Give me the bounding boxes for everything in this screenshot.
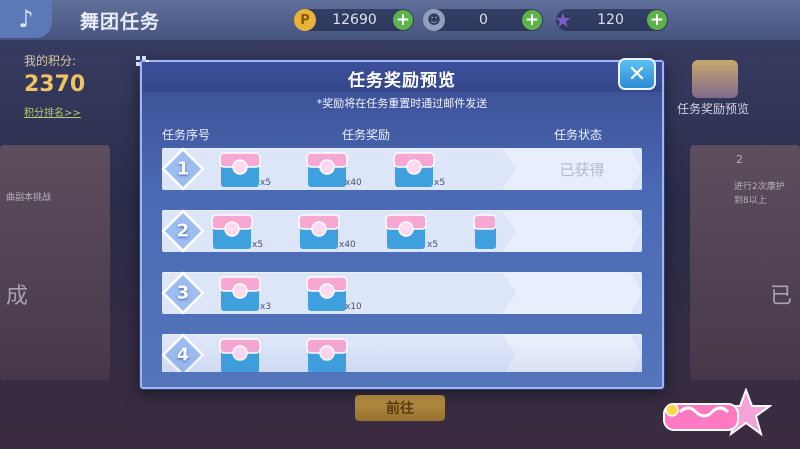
right-card-status: 已: [770, 284, 793, 309]
gold-coin-icon: P: [294, 9, 316, 31]
add-star-button[interactable]: +: [647, 10, 667, 30]
column-header-reward: 任务奖励: [342, 128, 391, 142]
row-number: 1: [176, 158, 190, 180]
task-row: 2 x5 x40 x5: [161, 209, 642, 253]
dialog-title: 任务奖励预览: [348, 71, 456, 91]
row-number: 2: [176, 220, 190, 242]
reward-quantity: x3: [260, 302, 272, 312]
task-status: [522, 210, 642, 252]
left-card-status: 成: [6, 284, 29, 309]
score-value: 2370: [24, 72, 86, 97]
reward-preview-dialog: 任务奖励预览 ✕ *奖励将在任务重置时通过邮件发送 任务序号 任务奖励 任务状态…: [136, 56, 664, 389]
task-row: 3 x3 x10: [161, 271, 642, 315]
goto-button[interactable]: 前往: [355, 395, 445, 421]
reward-quantity: x5: [260, 178, 272, 188]
dialog-note: *奖励将在任务重置时通过邮件发送: [316, 97, 488, 110]
dance-currency: ☻ 0 +: [423, 9, 543, 31]
reward-quantity: x40: [345, 178, 362, 188]
task-row: 4: [161, 333, 642, 372]
add-dance-coin-button[interactable]: +: [522, 10, 542, 30]
dance-coin-icon: ☻: [423, 9, 445, 31]
column-header-index: 任务序号: [162, 128, 211, 142]
close-icon: ✕: [627, 61, 647, 87]
gold-currency: P 12690 +: [294, 9, 414, 31]
column-header-status: 任务状态: [554, 128, 603, 142]
reward-quantity: x40: [339, 240, 356, 250]
task-status: [522, 334, 642, 372]
add-gold-button[interactable]: +: [393, 10, 413, 30]
top-bar: ♪ 舞团任务 P 12690 + ☻ 0 + ★ 120 +: [0, 0, 800, 40]
row-number: 3: [176, 282, 190, 304]
star-currency: ★ 120 +: [554, 8, 668, 32]
right-card-num: 2: [736, 153, 743, 166]
left-card-text: 曲副本挑战: [6, 193, 52, 203]
reward-chest-icon[interactable]: [218, 335, 272, 372]
reward-quantity: x10: [345, 302, 362, 312]
row-number: 4: [176, 344, 190, 366]
gold-value: 12690: [332, 12, 377, 28]
right-card-text: 进行2次康护 到8以上: [734, 182, 785, 206]
reward-quantity: x5: [427, 240, 439, 250]
reward-preview-label: 任务奖励预览: [677, 102, 750, 116]
score-label: 我的积分:: [24, 54, 77, 68]
reward-preview-chest-icon[interactable]: [692, 60, 738, 98]
star-icon: ★: [554, 8, 572, 32]
background-task-card-left: [0, 145, 110, 380]
music-note-icon: ♪: [18, 5, 34, 33]
reward-quantity: x5: [252, 240, 264, 250]
close-button[interactable]: ✕: [618, 58, 656, 90]
task-row: 1 x5 x40 x5 已获得: [161, 147, 642, 191]
task-status: [522, 272, 642, 314]
star-value: 120: [597, 12, 624, 28]
page-title: 舞团任务: [80, 11, 161, 33]
game-logo: [663, 388, 772, 437]
back-button[interactable]: ♪: [0, 0, 52, 38]
reward-chest-icon[interactable]: [305, 335, 359, 372]
task-list[interactable]: 1 x5 x40 x5 已获得 2 x5 x40 x5 3 x3 x10 4: [142, 142, 662, 372]
score-rank-link[interactable]: 积分排名>>: [24, 104, 81, 119]
task-status: 已获得: [559, 160, 605, 179]
reward-quantity: x5: [434, 178, 446, 188]
dance-value: 0: [479, 12, 488, 28]
reward-chest-icon[interactable]: [472, 211, 496, 251]
